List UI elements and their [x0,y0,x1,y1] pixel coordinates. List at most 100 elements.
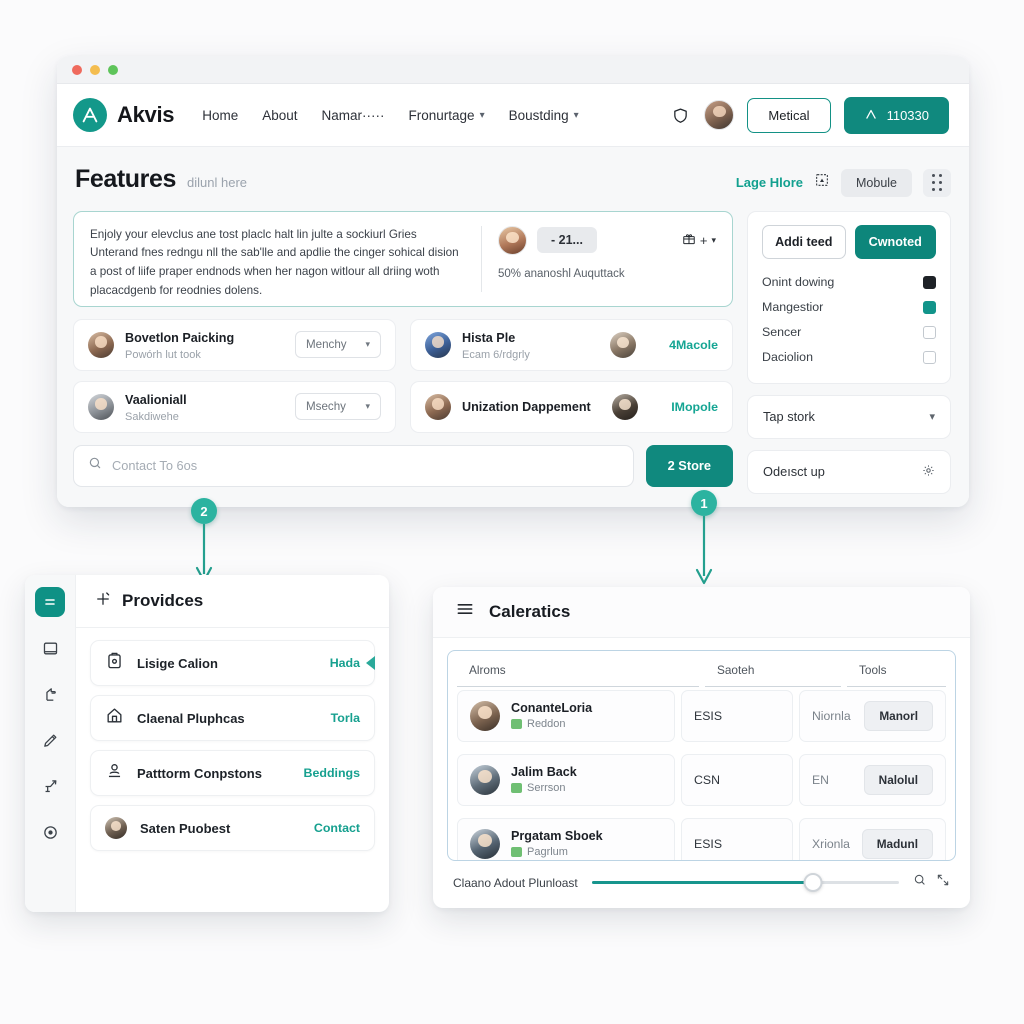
person-pin-icon [105,761,124,785]
list-item-title: Vaalioniall [125,392,187,407]
cell-text: ConanteLoria Reddon [511,701,592,730]
row-subtitle: Serrson [511,782,577,794]
plus-sparkle-icon[interactable] [94,590,112,613]
list-item[interactable]: Patttorm Conpstons Beddings [90,750,375,796]
column-header[interactable]: Tools [847,651,946,687]
table-row[interactable]: ConanteLoria Reddon ESIS Niornla Manorl [448,687,955,751]
list-item[interactable]: Saten Puobest Contact [90,805,375,851]
menu-equals-icon[interactable] [35,587,65,617]
list-item-link[interactable]: IMopole [671,400,718,414]
row-action-button[interactable]: Manorl [864,700,933,731]
pointer-icon[interactable] [35,679,65,709]
shield-icon[interactable] [669,104,691,126]
checkbox[interactable] [923,325,936,339]
list-item-select[interactable]: Msechy ▾ [295,393,381,420]
zoom-out-icon[interactable] [913,873,927,892]
row-name: Prgatam Sboek [511,829,603,844]
column-header[interactable]: Alroms [457,651,699,687]
odeisct-up-row[interactable]: Odeısct up [747,449,951,494]
nav-link-home[interactable]: Home [202,108,238,123]
avatar [470,764,500,795]
slider-label: Claano Adout Plunloast [453,875,578,890]
checkbox[interactable] [923,275,936,289]
gear-icon[interactable] [922,464,935,480]
hero-pill[interactable]: - 21... [537,227,597,253]
avatar [425,393,451,420]
nav-link-about[interactable]: About [262,108,297,123]
row-name: Jalim Back [511,765,577,780]
checkbox[interactable] [923,350,936,364]
table-row[interactable]: Jalim Back Serrson CSN EN Nalolul [448,751,955,815]
expand-icon[interactable] [936,873,950,892]
checkbox-row[interactable]: Daciolion [762,345,936,370]
home-icon [105,706,124,730]
row-action-button[interactable]: Madunl [861,828,933,859]
display-icon[interactable] [35,633,65,663]
chevron-down-icon: ▾ [929,411,935,423]
list-item[interactable]: Hista Ple Ecam 6/rdgrly 4Macole [410,318,733,371]
cell-text: CSN [694,772,720,787]
close-window-button[interactable] [72,64,82,75]
list-item[interactable]: Bovetlon Paicking Powórh lut took Menchy… [73,318,396,371]
row-action-button[interactable]: Nalolul [863,764,933,795]
list-item[interactable]: Unization Dappement IMopole [410,380,733,433]
maximize-window-button[interactable] [108,64,118,75]
gift-icon[interactable] [682,232,696,249]
list-item-tag[interactable]: Torla [331,711,360,725]
dropdown-label: Tap stork [763,409,815,424]
plus-icon[interactable]: + [700,233,708,248]
table-row[interactable]: Prgatam Sboek Pagrlum ESIS Xrionla Madun… [448,815,955,860]
side-card-buttons: Addi teed Cwnoted [762,224,936,259]
target-icon[interactable] [35,817,65,847]
addi-teed-button[interactable]: Addi teed [762,224,846,259]
mobule-chip[interactable]: Mobule [841,168,912,197]
hamburger-icon[interactable] [455,599,475,624]
list-item-title: Claenal Pluphcas [137,710,245,726]
cwnoted-button[interactable]: Cwnoted [854,224,936,259]
checkbox-row[interactable]: Mangestior [762,295,936,320]
search-input[interactable]: Contact To 6os [73,444,634,487]
pencil-icon[interactable] [35,725,65,755]
tap-stork-dropdown[interactable]: Tap stork ▾ [747,394,951,439]
nav-link-boustding[interactable]: Boustding ▾ [509,108,579,123]
lage-hlore-link[interactable]: Lage Hlore [736,175,803,190]
metical-button[interactable]: Metical [747,97,831,133]
list-item[interactable]: Lisige Calion Hada [90,640,375,686]
brand-logo[interactable]: Akvis [73,98,175,132]
nav-link-label: Namar····· [321,107,385,123]
frame-icon[interactable] [814,172,830,193]
avatar [88,331,114,358]
list-item[interactable]: Vaalioniall Sakdiwehe Msechy ▾ [73,380,396,433]
slider-knob[interactable] [803,873,823,892]
nav-link-fronurtage[interactable]: Fronurtage ▾ [409,108,485,123]
checkbox-label: Sencer [762,325,802,339]
clipboard-icon [105,651,124,675]
minimize-window-button[interactable] [90,64,100,75]
table-cell-value: ESIS [681,817,793,860]
list-item-tag[interactable]: Hada [330,656,360,670]
grid-dots-icon[interactable] [923,168,951,197]
list-item[interactable]: Claenal Pluphcas Torla [90,695,375,741]
nav-link-namar[interactable]: Namar····· [322,108,385,123]
checkbox-row[interactable]: Onint dowing [762,270,936,295]
footer-icons [913,873,950,892]
avatar [470,828,500,859]
checkbox[interactable] [923,300,936,314]
page-title: Features [75,165,177,193]
list-item-select[interactable]: Menchy ▾ [295,331,381,358]
list-item-tag[interactable]: Beddings [304,766,360,780]
store-button[interactable]: 2 Store [645,444,733,487]
lamp-icon[interactable] [35,771,65,801]
akvis-logo-icon [73,98,107,132]
list-item-link[interactable]: 4Macole [669,338,718,352]
zoom-slider[interactable] [591,873,899,892]
column-header[interactable]: Saoteh [705,651,841,687]
chevron-down-icon[interactable]: ▾ [711,235,716,246]
status-square-icon [511,783,522,794]
list-item-tag[interactable]: Contact [314,821,360,835]
settings-row-label: Odeısct up [763,464,825,479]
list-item-text: Hista Ple Ecam 6/rdgrly [462,329,530,361]
primary-cta-button[interactable]: 110330 [843,96,949,134]
user-avatar[interactable] [704,100,735,130]
checkbox-row[interactable]: Sencer [762,320,936,345]
